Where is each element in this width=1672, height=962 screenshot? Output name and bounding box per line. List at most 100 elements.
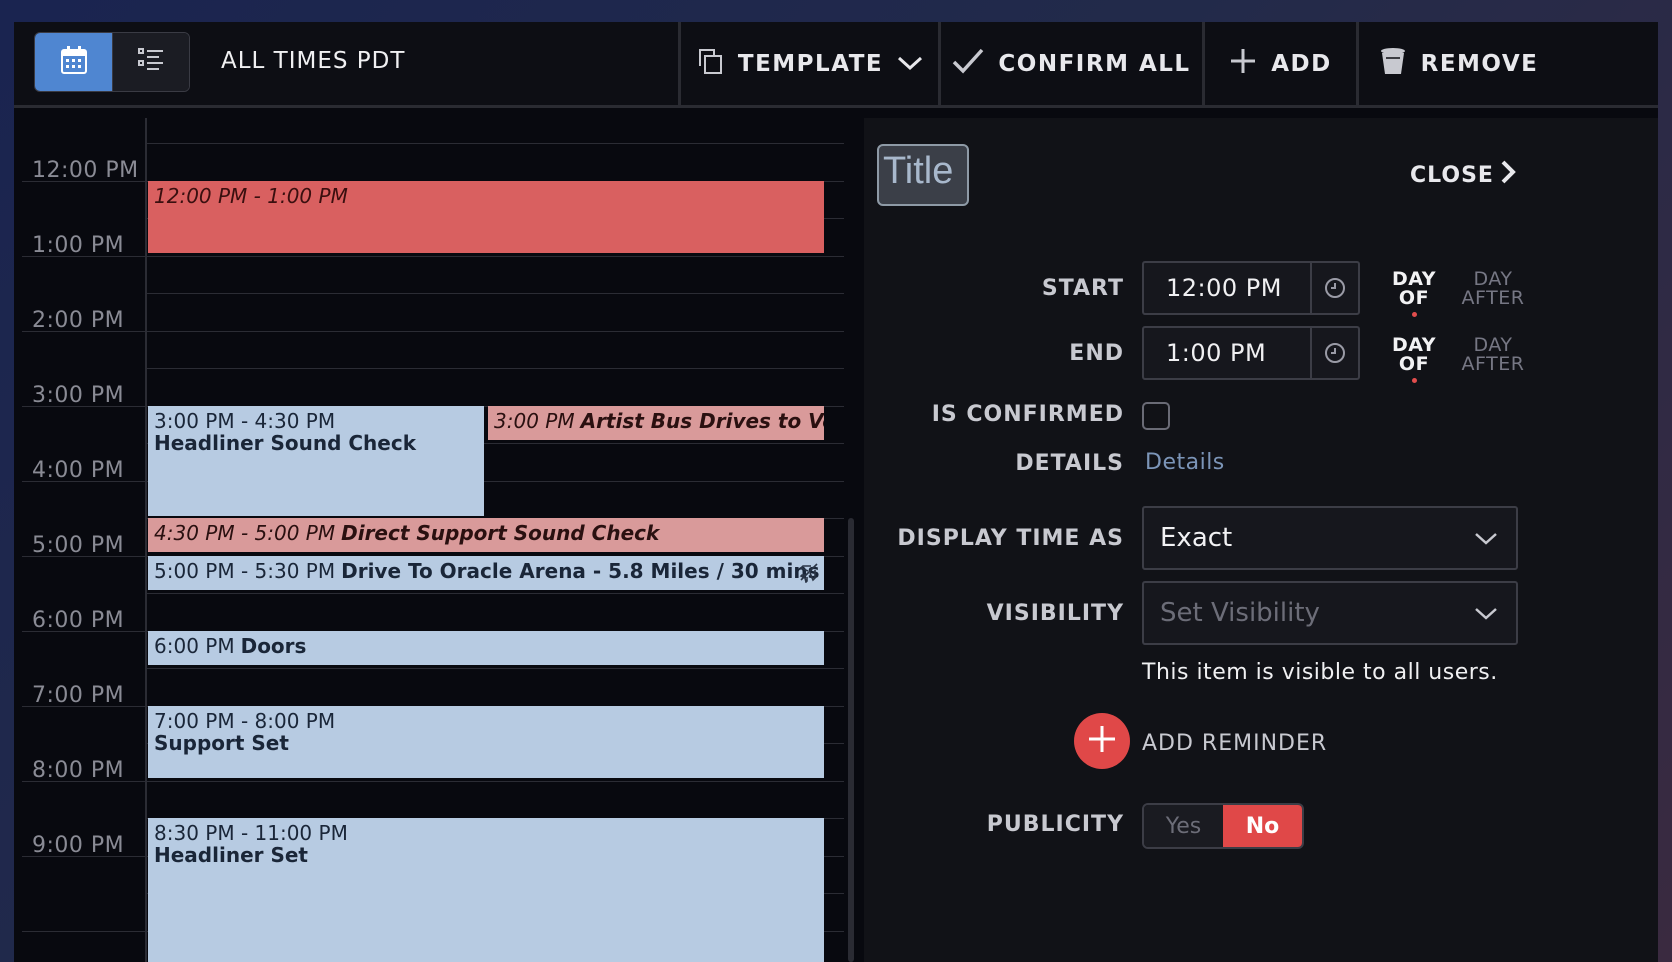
- calendar-icon: [60, 46, 87, 78]
- clock-icon[interactable]: [1310, 263, 1358, 313]
- event-title: Drive To Oracle Arena - 5.8 Miles / 30 m…: [341, 559, 820, 583]
- visibility-placeholder: Set Visibility: [1160, 598, 1320, 628]
- remove-label: REMOVE: [1420, 51, 1539, 77]
- calendar-event[interactable]: 5:00 PM - 5:30 PM Drive To Oracle Arena -…: [148, 556, 824, 590]
- add-label: ADD: [1271, 51, 1332, 77]
- view-toggle: [34, 32, 190, 92]
- event-title: Headliner Sound Check: [154, 431, 416, 455]
- plus-icon: [1229, 47, 1257, 81]
- calendar-event[interactable]: 3:00 PM - 4:30 PM Headliner Sound Check: [148, 406, 484, 516]
- airplane-icon: [798, 561, 820, 587]
- publicity-label: PUBLICITY: [986, 812, 1124, 837]
- time-label: 4:00 PM: [32, 458, 125, 483]
- time-label: 6:00 PM: [32, 608, 125, 633]
- chevron-right-icon: [1500, 160, 1516, 190]
- time-label: 8:00 PM: [32, 758, 125, 783]
- clock-icon[interactable]: [1310, 328, 1358, 378]
- half-hour-gridline: [145, 668, 844, 669]
- publicity-toggle: Yes No: [1142, 803, 1304, 849]
- start-day-of-option[interactable]: DAY OF: [1388, 270, 1440, 317]
- calendar-event[interactable]: 6:00 PM Doors: [148, 631, 824, 665]
- calendar-event[interactable]: 3:00 PMArtist Bus Drives to Venue: [488, 406, 824, 440]
- calendar-event[interactable]: 4:30 PM - 5:00 PM Direct Support Sound Ch…: [148, 518, 824, 552]
- visibility-select[interactable]: Set Visibility: [1142, 581, 1518, 645]
- chevron-down-icon: [897, 51, 923, 77]
- add-reminder-button[interactable]: [1074, 713, 1130, 769]
- start-time-value: 12:00 PM: [1166, 274, 1282, 302]
- is-confirmed-checkbox[interactable]: [1142, 402, 1170, 430]
- time-label: 2:00 PM: [32, 308, 125, 333]
- event-title: Support Set: [154, 731, 289, 755]
- event-title: Direct Support Sound Check: [341, 521, 660, 545]
- start-day-after-option[interactable]: DAY AFTER: [1458, 270, 1528, 308]
- half-hour-gridline: [145, 293, 844, 294]
- copy-icon: [696, 47, 724, 81]
- end-day-after-option[interactable]: DAY AFTER: [1458, 336, 1528, 374]
- event-time: 12:00 PM - 1:00 PM: [154, 184, 348, 208]
- event-title: Artist Bus Drives to Venue: [580, 409, 824, 433]
- title-input[interactable]: Title: [877, 144, 969, 206]
- event-time: 8:30 PM - 11:00 PM: [154, 821, 348, 845]
- day-of-line2: OF: [1398, 287, 1430, 309]
- event-time: 3:00 PM - 4:30 PM: [154, 409, 336, 433]
- event-time: 3:00 PM: [494, 409, 575, 433]
- chevron-down-icon: [1474, 523, 1498, 553]
- add-reminder-label[interactable]: ADD REMINDER: [1142, 731, 1327, 756]
- is-confirmed-label: IS CONFIRMED: [931, 402, 1124, 427]
- event-title: Headliner Set: [154, 843, 308, 867]
- trash-icon: [1379, 46, 1407, 82]
- display-time-label: DISPLAY TIME AS: [897, 526, 1124, 551]
- time-label: 5:00 PM: [32, 533, 125, 558]
- event-time: 5:00 PM - 5:30 PM: [154, 559, 336, 583]
- event-time: 6:00 PM: [154, 634, 235, 658]
- publicity-yes-option[interactable]: Yes: [1144, 805, 1223, 847]
- start-time-input[interactable]: 12:00 PM: [1142, 261, 1360, 315]
- template-button[interactable]: TEMPLATE: [678, 22, 938, 106]
- list-view-button[interactable]: [112, 33, 189, 91]
- timezone-label: ALL TIMES PDT: [221, 48, 406, 74]
- half-hour-gridline: [145, 143, 844, 144]
- calendar-scrollbar[interactable]: [848, 518, 854, 962]
- list-icon: [137, 46, 165, 78]
- selected-indicator: [1411, 312, 1417, 317]
- half-hour-gridline: [145, 593, 844, 594]
- end-day-of-option[interactable]: DAY OF: [1388, 336, 1440, 383]
- time-label: 12:00 PM: [32, 158, 139, 183]
- add-button[interactable]: ADD: [1202, 22, 1356, 106]
- confirm-all-button[interactable]: CONFIRM ALL: [938, 22, 1202, 106]
- close-button[interactable]: CLOSE: [1410, 160, 1516, 190]
- day-after-line2: AFTER: [1461, 287, 1525, 309]
- display-time-select[interactable]: Exact: [1142, 506, 1518, 570]
- calendar-day-view[interactable]: 12:00 PM 1:00 PM 2:00 PM 3:00 PM 4:00 PM…: [14, 118, 854, 962]
- end-time-value: 1:00 PM: [1166, 339, 1267, 367]
- time-label: 7:00 PM: [32, 683, 125, 708]
- checkmark-icon: [952, 47, 984, 81]
- calendar-event[interactable]: 12:00 PM - 1:00 PM: [148, 181, 824, 253]
- visibility-note: This item is visible to all users.: [1142, 660, 1498, 685]
- calendar-view-button[interactable]: [35, 33, 112, 91]
- selected-indicator: [1411, 378, 1417, 383]
- template-label: TEMPLATE: [737, 51, 884, 77]
- display-time-value: Exact: [1160, 523, 1233, 553]
- close-label: CLOSE: [1410, 162, 1494, 188]
- calendar-grid: 12:00 PM 1:00 PM 2:00 PM 3:00 PM 4:00 PM…: [14, 118, 849, 962]
- publicity-no-option[interactable]: No: [1223, 805, 1302, 847]
- time-column-divider: [145, 118, 147, 962]
- details-label: DETAILS: [1015, 451, 1124, 476]
- visibility-label: VISIBILITY: [986, 601, 1124, 626]
- end-time-input[interactable]: 1:00 PM: [1142, 326, 1360, 380]
- event-time: 4:30 PM - 5:00 PM: [154, 521, 336, 545]
- calendar-event[interactable]: 7:00 PM - 8:00 PM Support Set: [148, 706, 824, 778]
- confirm-all-label: CONFIRM ALL: [998, 51, 1191, 77]
- time-label: 3:00 PM: [32, 383, 125, 408]
- calendar-event[interactable]: 8:30 PM - 11:00 PM Headliner Set: [148, 818, 824, 962]
- details-link[interactable]: Details: [1145, 450, 1225, 475]
- start-label: START: [1041, 276, 1124, 301]
- remove-button[interactable]: REMOVE: [1356, 22, 1558, 106]
- day-after-line2: AFTER: [1461, 353, 1525, 375]
- toolbar: ALL TIMES PDT TEMPLATE CONFIRM ALL ADD R…: [14, 22, 1658, 108]
- plus-icon: [1086, 723, 1118, 759]
- half-hour-gridline: [145, 368, 844, 369]
- chevron-down-icon: [1474, 598, 1498, 628]
- day-of-line2: OF: [1398, 353, 1430, 375]
